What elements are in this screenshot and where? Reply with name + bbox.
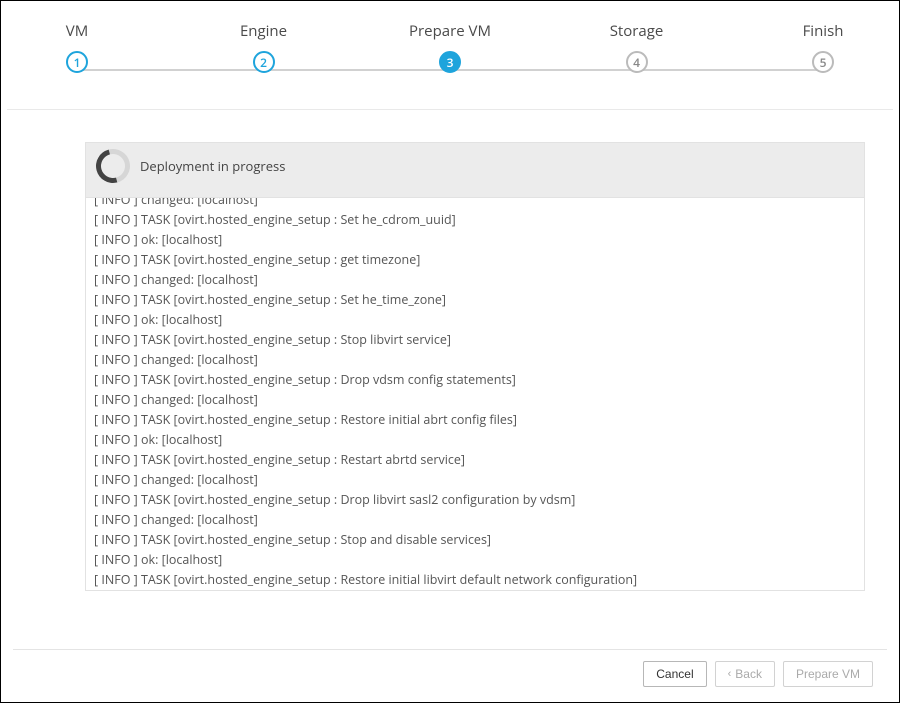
wizard-dialog: { "steps": [ {"num":"1","label":"VM","st… <box>0 0 900 703</box>
step-4: Storage4 <box>627 21 647 73</box>
deployment-log[interactable]: [ INFO ] changed: [localhost][ INFO ] TA… <box>85 197 865 591</box>
stepper-steps: VM1Engine2Prepare VM3Storage4Finish5 <box>67 21 833 73</box>
chevron-left-icon: ‹ <box>728 668 732 680</box>
log-line: [ INFO ] changed: [localhost] <box>94 470 856 490</box>
divider <box>7 109 893 110</box>
log-line: [ INFO ] TASK [ovirt.hosted_engine_setup… <box>94 290 856 310</box>
log-line: [ INFO ] changed: [localhost] <box>94 390 856 410</box>
log-line: [ INFO ] ok: [localhost] <box>94 310 856 330</box>
log-line: [ INFO ] ok: [localhost] <box>94 550 856 570</box>
step-2: Engine2 <box>254 21 274 73</box>
step-circle: 3 <box>439 51 461 73</box>
step-circle: 1 <box>66 51 88 73</box>
step-label: Prepare VM <box>409 21 491 41</box>
step-label: VM <box>66 21 88 41</box>
step-label: Finish <box>803 21 844 41</box>
status-bar: Deployment in progress <box>85 142 865 197</box>
status-text: Deployment in progress <box>140 157 285 175</box>
spinner-icon <box>90 143 136 189</box>
content-panel: Deployment in progress [ INFO ] changed:… <box>85 142 865 591</box>
wizard-inner: { "steps": [ {"num":"1","label":"VM","st… <box>7 3 893 700</box>
prepare-vm-button[interactable]: Prepare VM <box>783 661 873 687</box>
back-button[interactable]: ‹ Back <box>715 661 775 687</box>
wizard-stepper: VM1Engine2Prepare VM3Storage4Finish5 <box>67 21 833 89</box>
wizard-footer: Cancel ‹ Back Prepare VM <box>13 649 887 698</box>
log-line: [ INFO ] TASK [ovirt.hosted_engine_setup… <box>94 570 856 590</box>
log-line: [ INFO ] changed: [localhost] <box>94 510 856 530</box>
step-label: Engine <box>240 21 287 41</box>
back-button-label: Back <box>735 667 762 681</box>
step-label: Storage <box>610 21 664 41</box>
log-line: [ INFO ] TASK [ovirt.hosted_engine_setup… <box>94 410 856 430</box>
log-line: [ INFO ] TASK [ovirt.hosted_engine_setup… <box>94 530 856 550</box>
step-circle: 5 <box>812 51 834 73</box>
log-line: [ INFO ] TASK [ovirt.hosted_engine_setup… <box>94 450 856 470</box>
log-line: [ INFO ] changed: [localhost] <box>94 270 856 290</box>
log-line: [ INFO ] TASK [ovirt.hosted_engine_setup… <box>94 210 856 230</box>
step-circle: 2 <box>253 51 275 73</box>
log-line: [ INFO ] TASK [ovirt.hosted_engine_setup… <box>94 330 856 350</box>
step-3: Prepare VM3 <box>440 21 460 73</box>
cancel-button[interactable]: Cancel <box>643 661 706 687</box>
log-line: [ INFO ] TASK [ovirt.hosted_engine_setup… <box>94 490 856 510</box>
step-5: Finish5 <box>813 21 833 73</box>
log-line: [ INFO ] TASK [ovirt.hosted_engine_setup… <box>94 370 856 390</box>
step-circle: 4 <box>626 51 648 73</box>
log-line: [ INFO ] TASK [ovirt.hosted_engine_setup… <box>94 250 856 270</box>
step-1: VM 1 <box>67 21 87 73</box>
log-line: [ INFO ] changed: [localhost] <box>94 350 856 370</box>
log-line: [ INFO ] ok: [localhost] <box>94 230 856 250</box>
log-line: [ INFO ] ok: [localhost] <box>94 430 856 450</box>
log-line: [ INFO ] changed: [localhost] <box>94 197 856 210</box>
